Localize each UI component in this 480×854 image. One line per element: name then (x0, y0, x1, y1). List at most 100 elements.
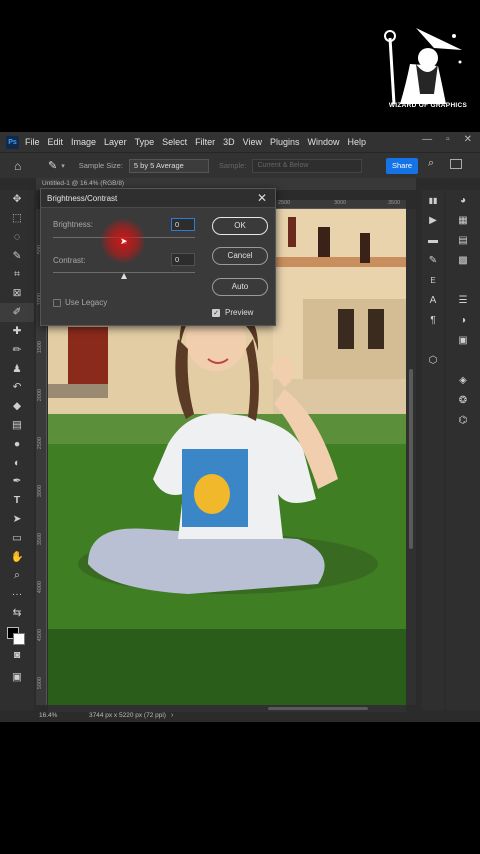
preview-checkbox[interactable]: ✓ (212, 309, 220, 317)
eyedropper-tool-icon[interactable]: ✎ (48, 159, 57, 172)
quick-select-tool-icon[interactable]: ✎ (0, 246, 34, 265)
channels-icon[interactable]: ❂ (446, 390, 480, 410)
sample-select[interactable]: Current & Below (252, 158, 363, 173)
sample-size-select[interactable]: 5 by 5 Average (128, 158, 209, 173)
contrast-input[interactable]: 0 (171, 253, 195, 266)
ruler-tick-label: 4000 (37, 581, 43, 594)
cancel-button[interactable]: Cancel (212, 247, 268, 265)
marquee-tool-icon[interactable]: ⬚ (0, 209, 34, 228)
logo-text: WIZARD OF GRAPHICS (388, 102, 468, 109)
sample-size-label: Sample Size: (78, 161, 123, 170)
window-controls: — ▫ ✕ (422, 134, 472, 145)
ruler-tick-label: 3500 (388, 200, 401, 206)
comment-icon[interactable]: ▬ (422, 230, 444, 250)
swatches-icon[interactable]: ▦ (446, 210, 480, 230)
properties-icon[interactable]: ☰ (446, 290, 480, 310)
auto-button[interactable]: Auto (212, 278, 268, 296)
zoom-tool-icon[interactable]: ⌕ (0, 566, 34, 585)
gradient-tool-icon[interactable]: ▤ (0, 416, 34, 435)
panel-dock-right: ◕ ▦ ▤ ▩ ☰ ◑ ▣ ◈ ❂ ⌬ (446, 190, 480, 710)
patterns-icon[interactable]: ▩ (446, 250, 480, 270)
edit-toolbar-icon[interactable]: ⇆ (0, 604, 34, 623)
healing-brush-icon[interactable]: ✚ (0, 322, 34, 341)
menu-plugins[interactable]: Plugins (270, 137, 300, 147)
path-select-icon[interactable]: ➤ (0, 510, 34, 529)
use-legacy-checkbox[interactable] (53, 299, 61, 307)
paragraph-icon[interactable]: ¶ (422, 310, 444, 330)
frame-tool-icon[interactable]: ⊠ (0, 284, 34, 303)
character-icon[interactable]: A (422, 290, 444, 310)
quick-mask-icon[interactable]: ◙ (0, 646, 34, 665)
blur-tool-icon[interactable]: ● (0, 434, 34, 453)
crop-tool-icon[interactable]: ⌗ (0, 265, 34, 284)
workspace-icon[interactable] (450, 159, 462, 169)
scrollbar-thumb[interactable] (409, 369, 413, 549)
move-tool-icon[interactable]: ✥ (0, 190, 34, 209)
menu-select[interactable]: Select (162, 137, 187, 147)
menu-image[interactable]: Image (71, 137, 96, 147)
lasso-tool-icon[interactable]: ◌ (0, 228, 34, 247)
type-tool-icon[interactable]: T (0, 491, 34, 510)
ok-button[interactable]: OK (212, 217, 268, 235)
tools-panel: ✥ ⬚ ◌ ✎ ⌗ ⊠ ✐ ✚ ✏ ♟ ↶ ◆ ▤ ● ◐ ✒ T ➤ ▭ ✋ … (0, 190, 34, 710)
adjustments-icon[interactable]: ◑ (446, 310, 480, 330)
vertical-scrollbar[interactable] (406, 209, 416, 705)
search-icon[interactable]: ⌕ (428, 157, 434, 170)
zoom-level[interactable]: 16.4% (39, 710, 57, 722)
share-button[interactable]: Share (386, 158, 418, 174)
ruler-tick-label: 3500 (37, 533, 43, 546)
more-tools-icon[interactable]: ··· (0, 585, 34, 604)
dialog-title: Brightness/Contrast (41, 189, 275, 208)
menu-type[interactable]: Type (135, 137, 155, 147)
pen-tool-icon[interactable]: ✒ (0, 472, 34, 491)
brightness-input[interactable]: 0 (171, 218, 195, 231)
minimize-icon[interactable]: — (422, 134, 432, 145)
home-icon[interactable]: ⌂ (14, 159, 30, 173)
3d-icon[interactable]: ⬡ (422, 350, 444, 370)
play-icon[interactable]: ▶ (422, 210, 444, 230)
preview-label: Preview (225, 308, 254, 317)
glyph-icon[interactable]: E (422, 270, 444, 290)
ruler-tick-label: 3000 (37, 485, 43, 498)
layers-icon[interactable]: ◈ (446, 370, 480, 390)
hand-tool-icon[interactable]: ✋ (0, 547, 34, 566)
close-window-icon[interactable]: ✕ (464, 134, 472, 145)
eyedropper-icon[interactable]: ✐ (0, 302, 34, 322)
contrast-slider-handle[interactable] (121, 273, 127, 279)
screen-mode-icon[interactable]: ▣ (0, 668, 34, 687)
menu-view[interactable]: View (243, 137, 262, 147)
menu-window[interactable]: Window (308, 137, 340, 147)
close-icon[interactable]: ✕ (257, 189, 267, 208)
clone-stamp-icon[interactable]: ♟ (0, 359, 34, 378)
ruler-tick-label: 4500 (37, 629, 43, 642)
ruler-tick-label: 2500 (278, 200, 291, 206)
history-brush-icon[interactable]: ↶ (0, 378, 34, 397)
menu-layer[interactable]: Layer (104, 137, 127, 147)
maximize-icon[interactable]: ▫ (446, 134, 450, 145)
ruler-tick-label: 1500 (37, 341, 43, 354)
brightness-label: Brightness: (53, 220, 94, 229)
chevron-right-icon[interactable]: › (171, 710, 173, 722)
rectangle-tool-icon[interactable]: ▭ (0, 528, 34, 547)
brush-tool-icon[interactable]: ✏ (0, 340, 34, 359)
menu-3d[interactable]: 3D (223, 137, 235, 147)
libraries-icon[interactable]: ▣ (446, 330, 480, 350)
paths-icon[interactable]: ⌬ (446, 410, 480, 430)
menu-file[interactable]: File (25, 137, 40, 147)
gradients-icon[interactable]: ▤ (446, 230, 480, 250)
background-color-swatch[interactable] (13, 633, 25, 645)
brush-settings-icon[interactable]: ✎ (422, 250, 444, 270)
eraser-tool-icon[interactable]: ◆ (0, 397, 34, 416)
photoshop-app-icon: Ps (6, 135, 19, 149)
color-palette-icon[interactable]: ◕ (446, 190, 480, 210)
layers-collapse-icon[interactable]: ▮▮ (422, 190, 444, 210)
menu-filter[interactable]: Filter (195, 137, 215, 147)
document-info: 3744 px x 5220 px (72 ppi) (89, 712, 166, 719)
dodge-tool-icon[interactable]: ◐ (0, 453, 34, 472)
menu-help[interactable]: Help (348, 137, 367, 147)
menu-edit[interactable]: Edit (48, 137, 64, 147)
chevron-down-icon[interactable]: ▾ (61, 162, 65, 170)
